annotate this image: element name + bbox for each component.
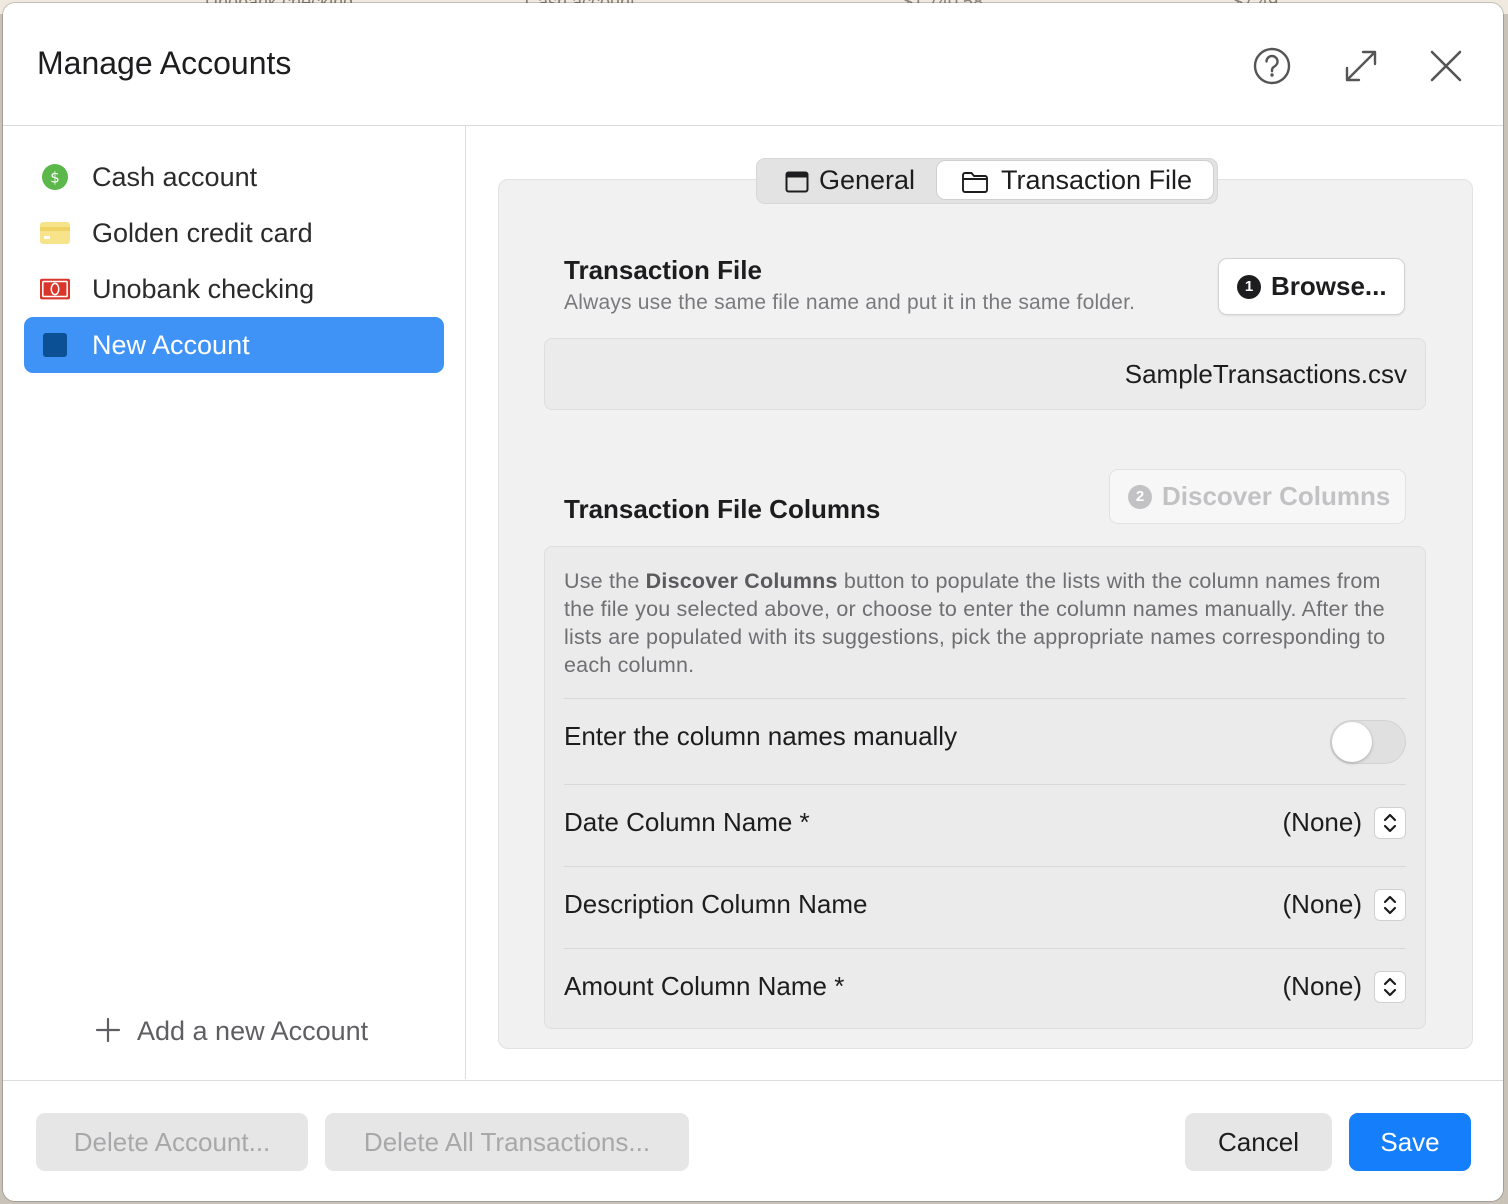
dialog-header: Manage Accounts bbox=[3, 3, 1503, 126]
delete-account-button[interactable]: Delete Account... bbox=[36, 1113, 308, 1171]
description-text: Use the bbox=[564, 569, 646, 593]
description-column-select[interactable]: (None) bbox=[1206, 889, 1406, 921]
transaction-file-subtitle: Always use the same file name and put it… bbox=[564, 291, 1136, 314]
step-badge: 1 bbox=[1237, 275, 1261, 299]
account-label: Cash account bbox=[92, 162, 258, 192]
svg-text:$: $ bbox=[50, 169, 60, 187]
help-icon[interactable] bbox=[1251, 45, 1293, 87]
browse-button[interactable]: 1 Browse... bbox=[1218, 258, 1405, 315]
chevron-up-down-icon bbox=[1374, 971, 1406, 1003]
chevron-up-down-icon bbox=[1374, 807, 1406, 839]
bank-note-icon bbox=[40, 275, 70, 303]
cash-icon: $ bbox=[40, 163, 70, 191]
select-value: (None) bbox=[1282, 807, 1362, 837]
browse-label: Browse... bbox=[1271, 271, 1387, 301]
discover-columns-button[interactable]: 2 Discover Columns bbox=[1109, 469, 1406, 524]
divider bbox=[564, 698, 1406, 699]
expand-icon[interactable] bbox=[1340, 45, 1382, 87]
account-detail: Transaction File Always use the same fil… bbox=[466, 126, 1503, 1079]
toggle-knob bbox=[1332, 722, 1372, 762]
close-icon[interactable] bbox=[1425, 45, 1467, 87]
amount-column-label: Amount Column Name * bbox=[564, 971, 845, 1001]
transaction-file-title: Transaction File bbox=[564, 255, 762, 285]
columns-description: Use the Discover Columns button to popul… bbox=[564, 567, 1409, 679]
sidebar-item-unobank-checking[interactable]: Unobank checking bbox=[24, 261, 444, 317]
plus-icon bbox=[95, 1016, 123, 1047]
columns-title: Transaction File Columns bbox=[564, 494, 881, 524]
manage-accounts-dialog: Manage Accounts $ Cash account Golden cr… bbox=[3, 3, 1503, 1201]
select-value: (None) bbox=[1282, 889, 1362, 919]
add-account-button[interactable]: Add a new Account bbox=[95, 1016, 368, 1047]
discover-columns-label: Discover Columns bbox=[1162, 481, 1391, 511]
sidebar-item-cash-account[interactable]: $ Cash account bbox=[24, 149, 444, 205]
credit-card-icon bbox=[40, 219, 70, 247]
file-name: SampleTransactions.csv bbox=[1124, 359, 1407, 389]
columns-settings: Use the Discover Columns button to popul… bbox=[544, 546, 1426, 1029]
sidebar-item-golden-credit-card[interactable]: Golden credit card bbox=[24, 205, 444, 261]
folder-icon bbox=[962, 172, 988, 193]
date-column-select[interactable]: (None) bbox=[1206, 807, 1406, 839]
square-icon bbox=[40, 331, 70, 359]
tab-bar: General Transaction File bbox=[756, 158, 1218, 204]
account-label: Unobank checking bbox=[92, 274, 315, 304]
cancel-button[interactable]: Cancel bbox=[1185, 1113, 1332, 1171]
description-bold: Discover Columns bbox=[645, 569, 838, 593]
divider bbox=[564, 866, 1406, 867]
manual-entry-toggle[interactable] bbox=[1330, 720, 1406, 764]
tab-transaction-file[interactable]: Transaction File bbox=[937, 161, 1213, 199]
window-icon bbox=[785, 171, 809, 193]
tab-content-panel: Transaction File Always use the same fil… bbox=[498, 179, 1473, 1049]
file-path-field: SampleTransactions.csv bbox=[544, 338, 1426, 410]
sidebar-item-new-account[interactable]: New Account bbox=[24, 317, 444, 373]
chevron-up-down-icon bbox=[1374, 889, 1406, 921]
account-label: New Account bbox=[92, 330, 250, 360]
select-value: (None) bbox=[1282, 971, 1362, 1001]
save-button[interactable]: Save bbox=[1349, 1113, 1471, 1171]
dialog-footer: Delete Account... Delete All Transaction… bbox=[3, 1080, 1503, 1201]
add-account-label: Add a new Account bbox=[137, 1016, 369, 1046]
tab-label: General bbox=[819, 165, 916, 195]
tab-general[interactable]: General bbox=[759, 161, 935, 199]
description-column-label: Description Column Name bbox=[564, 889, 868, 919]
tab-label: Transaction File bbox=[1001, 165, 1193, 195]
dialog-title: Manage Accounts bbox=[37, 45, 292, 81]
divider bbox=[564, 948, 1406, 949]
delete-all-transactions-button[interactable]: Delete All Transactions... bbox=[325, 1113, 689, 1171]
account-label: Golden credit card bbox=[92, 218, 313, 248]
accounts-sidebar: $ Cash account Golden credit card Unoban… bbox=[3, 126, 466, 1079]
step-badge: 2 bbox=[1128, 485, 1152, 509]
amount-column-select[interactable]: (None) bbox=[1206, 971, 1406, 1003]
manual-entry-label: Enter the column names manually bbox=[564, 721, 958, 751]
divider bbox=[564, 784, 1406, 785]
date-column-label: Date Column Name * bbox=[564, 807, 810, 837]
